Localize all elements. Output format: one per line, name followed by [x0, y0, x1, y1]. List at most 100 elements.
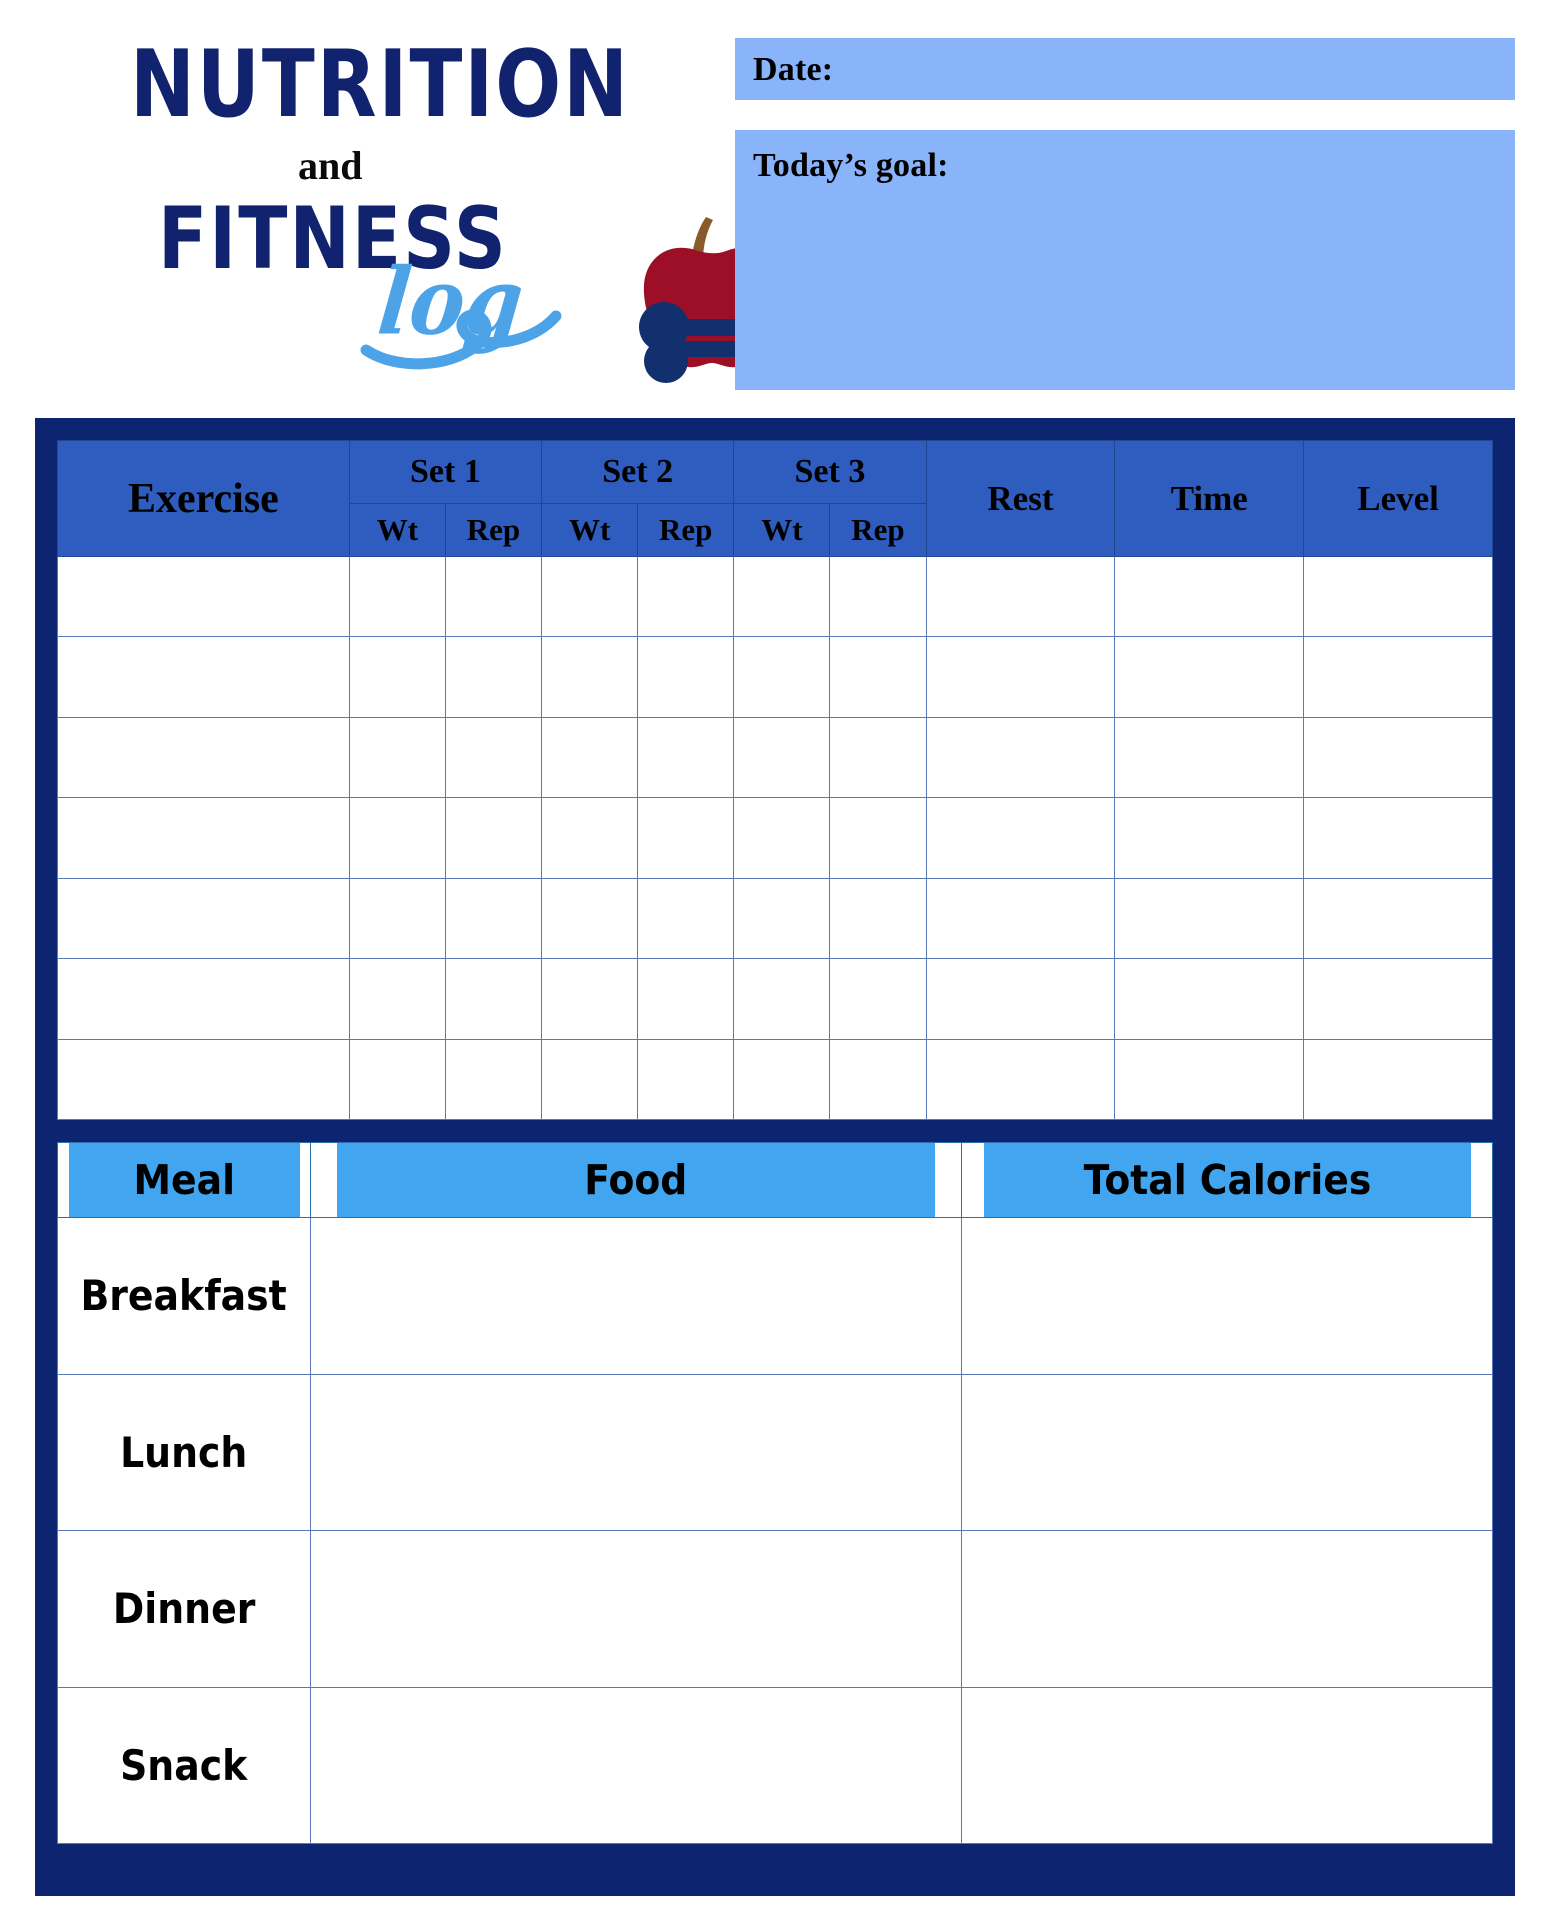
exercise-cell-exercise[interactable]: [57, 958, 350, 1040]
exercise-cell-set3-rep[interactable]: [829, 636, 927, 718]
exercise-cell-rest[interactable]: [925, 555, 1116, 638]
exercise-cell-set2-rep[interactable]: [637, 1038, 735, 1121]
column-header-exercise: Exercise: [57, 440, 350, 557]
exercise-table-row: [57, 555, 1493, 638]
date-field[interactable]: Date:: [735, 38, 1515, 100]
meal-cell-calories[interactable]: [961, 1530, 1493, 1688]
exercise-cell-set2-rep[interactable]: [637, 958, 735, 1040]
column-header-food: Food: [335, 1142, 936, 1218]
meal-cell-food[interactable]: [309, 1686, 963, 1844]
exercise-cell-set2-rep[interactable]: [637, 555, 735, 638]
column-header-level: Level: [1303, 440, 1493, 557]
exercise-cell-set1-wt[interactable]: [348, 555, 446, 638]
meal-cell-calories[interactable]: [961, 1686, 1493, 1844]
exercise-cell-level[interactable]: [1303, 877, 1493, 960]
exercise-cell-rest[interactable]: [925, 636, 1116, 718]
meal-label-snack: Snack: [57, 1686, 311, 1844]
meal-cell-food[interactable]: [309, 1217, 963, 1375]
exercise-cell-time[interactable]: [1114, 636, 1305, 718]
meal-label-text: Snack: [120, 1740, 248, 1790]
column-header-total-calories: Total Calories: [982, 1142, 1472, 1218]
exercise-cell-level[interactable]: [1303, 958, 1493, 1040]
meal-cell-calories[interactable]: [961, 1373, 1493, 1531]
exercise-cell-set3-rep[interactable]: [829, 797, 927, 879]
exercise-table-row: [57, 797, 1493, 879]
exercise-cell-set3-wt[interactable]: [733, 797, 831, 879]
meal-cell-food[interactable]: [309, 1530, 963, 1688]
exercise-cell-set3-wt[interactable]: [733, 716, 831, 799]
exercise-cell-set3-wt[interactable]: [733, 636, 831, 718]
logo-title-nutrition: NUTRITION: [130, 29, 631, 139]
exercise-cell-set1-rep[interactable]: [444, 636, 543, 718]
exercise-cell-set3-rep[interactable]: [829, 1038, 927, 1121]
exercise-cell-set1-wt[interactable]: [348, 797, 446, 879]
exercise-cell-exercise[interactable]: [57, 877, 350, 960]
exercise-cell-time[interactable]: [1114, 958, 1305, 1040]
exercise-cell-exercise[interactable]: [57, 797, 350, 879]
meal-label-text: Breakfast: [80, 1271, 287, 1321]
exercise-cell-set1-wt[interactable]: [348, 636, 446, 718]
exercise-cell-set1-wt[interactable]: [348, 877, 446, 960]
exercise-cell-set3-rep[interactable]: [829, 716, 927, 799]
exercise-cell-level[interactable]: [1303, 1038, 1493, 1121]
exercise-cell-set1-rep[interactable]: [444, 716, 543, 799]
exercise-cell-set1-rep[interactable]: [444, 877, 543, 960]
todays-goal-field[interactable]: Today’s goal:: [735, 130, 1515, 390]
column-header-set3-weight: Wt: [733, 503, 831, 557]
logo-block: NUTRITION and FITNESS log: [110, 28, 630, 388]
exercise-cell-exercise[interactable]: [57, 636, 350, 718]
exercise-cell-rest[interactable]: [925, 958, 1116, 1040]
exercise-cell-set2-rep[interactable]: [637, 716, 735, 799]
meal-table-row: Lunch: [57, 1373, 1493, 1531]
exercise-cell-exercise[interactable]: [57, 716, 350, 799]
exercise-cell-set3-rep[interactable]: [829, 958, 927, 1040]
exercise-cell-time[interactable]: [1114, 1038, 1305, 1121]
column-header-set-2: Set 2: [541, 440, 735, 504]
meal-cell-food[interactable]: [309, 1373, 963, 1531]
exercise-cell-level[interactable]: [1303, 555, 1493, 638]
exercise-cell-rest[interactable]: [925, 797, 1116, 879]
exercise-cell-rest[interactable]: [925, 877, 1116, 960]
exercise-cell-set2-rep[interactable]: [637, 797, 735, 879]
exercise-cell-exercise[interactable]: [57, 555, 350, 638]
exercise-cell-set2-rep[interactable]: [637, 636, 735, 718]
exercise-cell-set1-rep[interactable]: [444, 1038, 543, 1121]
exercise-cell-level[interactable]: [1303, 716, 1493, 799]
exercise-cell-set1-rep[interactable]: [444, 797, 543, 879]
exercise-cell-set2-wt[interactable]: [541, 1038, 639, 1121]
exercise-cell-set1-rep[interactable]: [444, 958, 543, 1040]
exercise-cell-set2-wt[interactable]: [541, 797, 639, 879]
exercise-cell-set3-wt[interactable]: [733, 958, 831, 1040]
exercise-cell-exercise[interactable]: [57, 1038, 350, 1121]
exercise-cell-set1-wt[interactable]: [348, 1038, 446, 1121]
exercise-cell-time[interactable]: [1114, 877, 1305, 960]
exercise-cell-time[interactable]: [1114, 555, 1305, 638]
exercise-cell-set2-wt[interactable]: [541, 958, 639, 1040]
exercise-cell-set1-rep[interactable]: [444, 555, 543, 638]
log-panel: Exercise Set 1 Set 2 Set 3 Rest Time Lev…: [35, 418, 1515, 1896]
exercise-cell-set3-rep[interactable]: [829, 877, 927, 960]
column-header-meal: Meal: [67, 1142, 301, 1218]
exercise-cell-set2-wt[interactable]: [541, 877, 639, 960]
exercise-cell-rest[interactable]: [925, 1038, 1116, 1121]
exercise-cell-set2-wt[interactable]: [541, 636, 639, 718]
exercise-cell-set3-wt[interactable]: [733, 877, 831, 960]
exercise-cell-set2-wt[interactable]: [541, 555, 639, 638]
exercise-cell-set1-wt[interactable]: [348, 716, 446, 799]
exercise-cell-set1-wt[interactable]: [348, 958, 446, 1040]
exercise-cell-time[interactable]: [1114, 716, 1305, 799]
meal-cell-calories[interactable]: [961, 1217, 1493, 1375]
column-header-set1-weight: Wt: [348, 503, 446, 557]
exercise-cell-rest[interactable]: [925, 716, 1116, 799]
exercise-cell-set3-rep[interactable]: [829, 555, 927, 638]
exercise-cell-time[interactable]: [1114, 797, 1305, 879]
exercise-cell-level[interactable]: [1303, 636, 1493, 718]
column-header-time: Time: [1114, 440, 1305, 557]
exercise-cell-set2-wt[interactable]: [541, 716, 639, 799]
logo-script-word: log: [373, 248, 529, 356]
exercise-cell-set3-wt[interactable]: [733, 1038, 831, 1121]
exercise-cell-level[interactable]: [1303, 797, 1493, 879]
column-header-set1-reps: Rep: [444, 503, 543, 557]
exercise-cell-set3-wt[interactable]: [733, 555, 831, 638]
exercise-cell-set2-rep[interactable]: [637, 877, 735, 960]
